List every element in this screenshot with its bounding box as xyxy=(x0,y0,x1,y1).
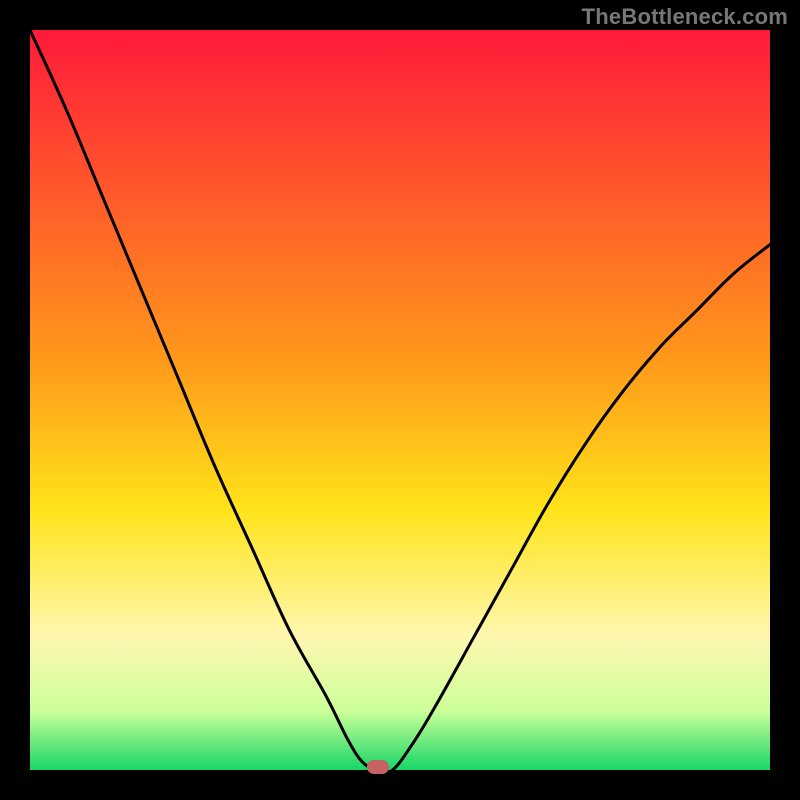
chart-frame: TheBottleneck.com xyxy=(0,0,800,800)
bottleneck-chart xyxy=(30,30,770,770)
watermark-text: TheBottleneck.com xyxy=(582,4,788,30)
chart-svg xyxy=(30,30,770,770)
optimal-point-marker xyxy=(367,760,389,774)
gradient-background xyxy=(30,30,770,770)
